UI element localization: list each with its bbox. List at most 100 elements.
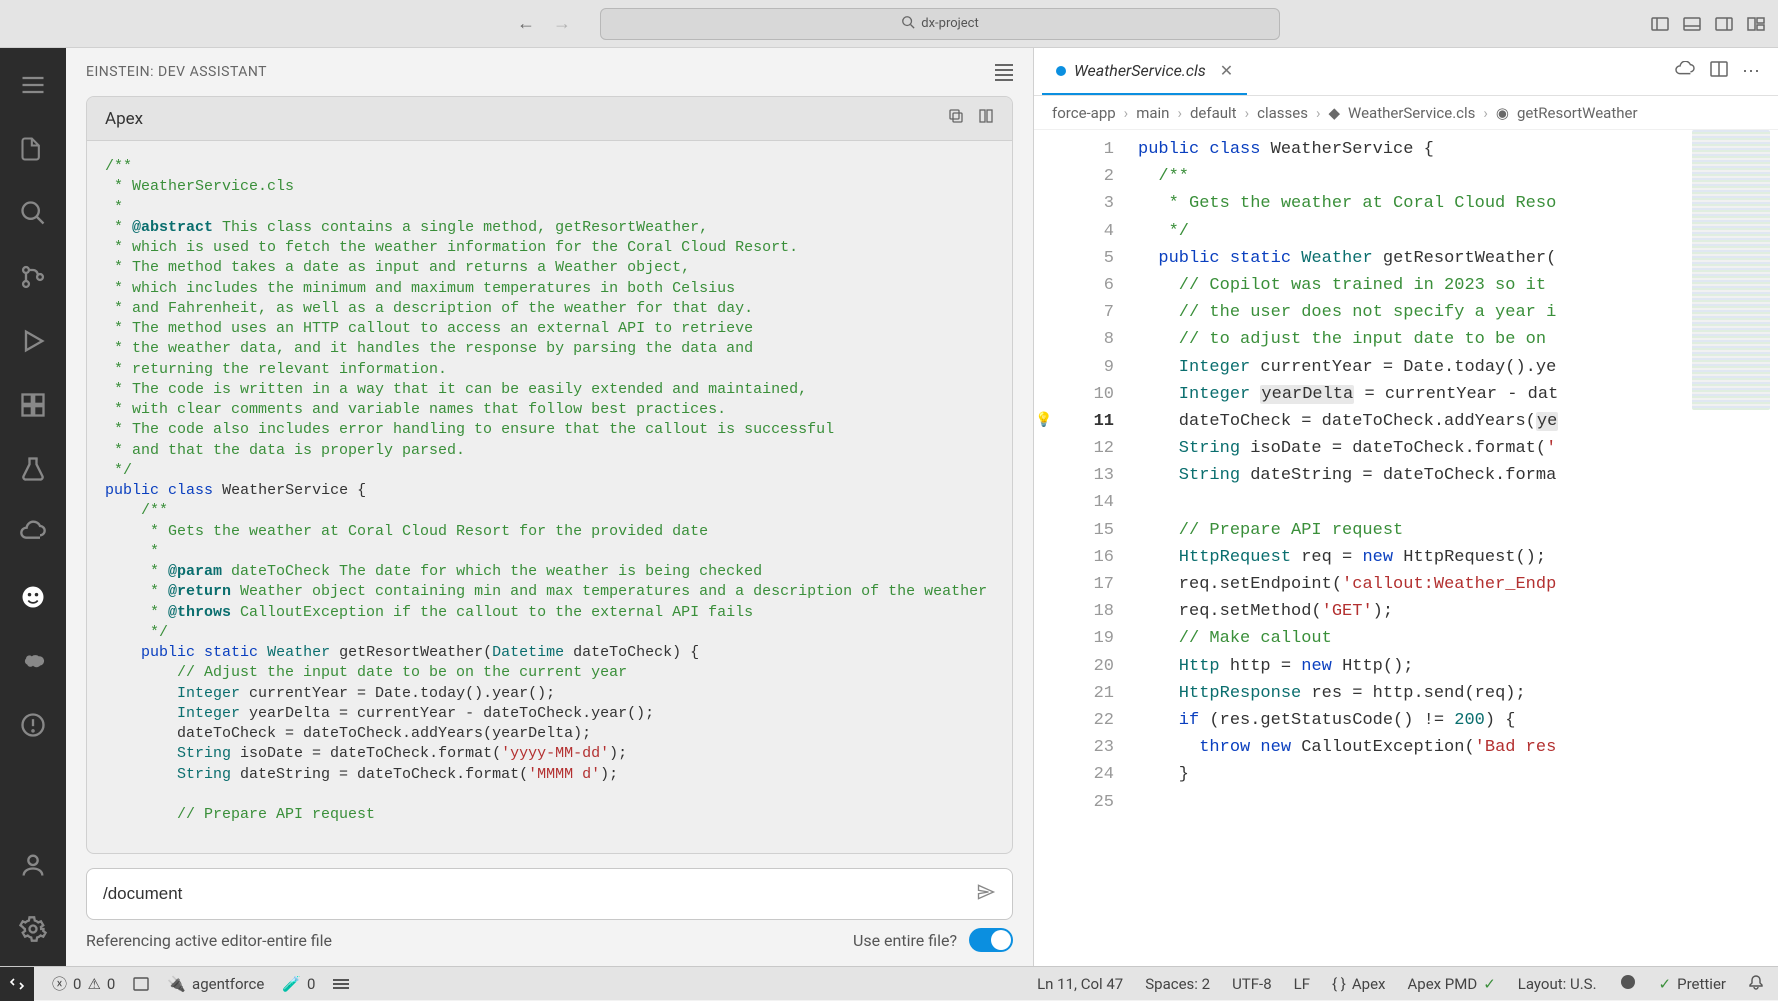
glyph-slot [1034, 707, 1054, 734]
einstein-cloud-icon[interactable] [1674, 61, 1696, 83]
salesforce-icon[interactable] [16, 644, 50, 678]
plug-icon: 🔌 [167, 975, 186, 993]
glyph-slot [1034, 462, 1054, 489]
code-line[interactable]: // the user does not specify a year i [1138, 299, 1778, 326]
breadcrumb-item[interactable]: getResortWeather [1517, 104, 1638, 122]
status-encoding[interactable]: UTF-8 [1232, 975, 1272, 993]
code-line[interactable]: /** [1138, 163, 1778, 190]
layout-panel-icon[interactable] [1682, 14, 1702, 34]
nav-forward-icon[interactable]: → [548, 10, 576, 38]
line-number: 5 [1054, 245, 1114, 272]
code-line[interactable]: dateToCheck = dateToCheck.addYears(ye [1138, 408, 1778, 435]
menu-icon[interactable] [16, 68, 50, 102]
status-cursor[interactable]: Ln 11, Col 47 [1037, 975, 1123, 993]
glyph-slot [1034, 190, 1054, 217]
breadcrumb-item[interactable]: classes [1257, 104, 1308, 122]
code-lines[interactable]: public class WeatherService { /** * Gets… [1130, 130, 1778, 966]
breadcrumb-item[interactable]: WeatherService.cls [1348, 104, 1475, 122]
code-line[interactable]: HttpRequest req = new HttpRequest(); [1138, 544, 1778, 571]
command-center[interactable]: dx-project [600, 8, 1280, 40]
copy-icon[interactable] [948, 108, 964, 129]
code-line[interactable]: req.setEndpoint('callout:Weather_Endp [1138, 571, 1778, 598]
minimap[interactable] [1692, 130, 1770, 410]
status-bell-icon[interactable] [1748, 974, 1764, 994]
accounts-icon[interactable] [16, 848, 50, 882]
line-number: 19 [1054, 625, 1114, 652]
code-line[interactable] [1138, 789, 1778, 816]
cloud-icon[interactable] [16, 516, 50, 550]
layout-sidebar-right-icon[interactable] [1714, 14, 1734, 34]
code-line[interactable]: Integer yearDelta = currentYear - dat [1138, 381, 1778, 408]
more-icon[interactable]: ⋯ [1742, 61, 1760, 83]
code-card-header: Apex [87, 97, 1012, 141]
code-line[interactable]: */ [1138, 218, 1778, 245]
run-debug-icon[interactable] [16, 324, 50, 358]
line-number: 15 [1054, 517, 1114, 544]
code-line[interactable]: if (res.getStatusCode() != 200) { [1138, 707, 1778, 734]
insert-icon[interactable] [978, 108, 994, 129]
reference-text: Referencing active editor-entire file [86, 931, 332, 950]
einstein-assistant-icon[interactable] [16, 580, 50, 614]
settings-gear-icon[interactable] [16, 912, 50, 946]
editor-tab-weatherservice[interactable]: WeatherService.cls ✕ [1042, 48, 1247, 95]
status-terminal-icon[interactable] [133, 977, 149, 991]
breadcrumb-item[interactable]: default [1190, 104, 1237, 122]
use-entire-file-toggle[interactable] [969, 928, 1013, 952]
status-problems[interactable]: ⓧ0 ⚠0 [52, 973, 115, 994]
status-copilot-icon[interactable] [1619, 974, 1637, 994]
code-line[interactable]: // to adjust the input date to be on [1138, 326, 1778, 353]
breadcrumb-item[interactable]: main [1136, 104, 1169, 122]
source-control-icon[interactable] [16, 260, 50, 294]
status-prettier[interactable]: ✓ Prettier [1659, 975, 1726, 993]
remote-indicator-icon[interactable] [0, 967, 34, 1001]
status-tests[interactable]: 🧪0 [282, 975, 315, 993]
code-line[interactable]: public static Weather getResortWeather( [1138, 245, 1778, 272]
code-line[interactable]: Integer currentYear = Date.today().ye [1138, 354, 1778, 381]
layout-sidebar-left-icon[interactable] [1650, 14, 1670, 34]
alert-icon[interactable] [16, 708, 50, 742]
glyph-margin: 💡 [1034, 130, 1054, 966]
code-line[interactable]: String dateString = dateToCheck.forma [1138, 462, 1778, 489]
breadcrumb[interactable]: force-app› main› default› classes› ◆ Wea… [1034, 96, 1778, 130]
explorer-icon[interactable] [16, 132, 50, 166]
glyph-slot [1034, 761, 1054, 788]
status-pmd[interactable]: Apex PMD ✓ [1407, 975, 1495, 993]
status-menu-icon[interactable] [333, 978, 349, 990]
status-org[interactable]: 🔌agentforce [167, 975, 264, 993]
tab-close-icon[interactable]: ✕ [1220, 61, 1233, 80]
code-card-body[interactable]: /** * WeatherService.cls * * @abstract T… [87, 141, 1012, 853]
status-lang[interactable]: { } Apex [1332, 975, 1385, 993]
warning-icon: ⚠ [87, 975, 100, 993]
send-icon[interactable] [976, 882, 996, 907]
code-area[interactable]: 💡 12345678910111213141516171819202122232… [1034, 130, 1778, 966]
lightbulb-icon[interactable]: 💡 [1035, 410, 1052, 432]
nav-back-icon[interactable]: ← [512, 10, 540, 38]
status-eol[interactable]: LF [1294, 975, 1310, 993]
code-line[interactable]: throw new CalloutException('Bad res [1138, 734, 1778, 761]
glyph-slot [1034, 381, 1054, 408]
breadcrumb-item[interactable]: force-app [1052, 104, 1116, 122]
code-line[interactable]: req.setMethod('GET'); [1138, 598, 1778, 625]
extensions-icon[interactable] [16, 388, 50, 422]
code-line[interactable]: Http http = new Http(); [1138, 653, 1778, 680]
check-icon: ✓ [1483, 975, 1496, 993]
code-line[interactable] [1138, 489, 1778, 516]
glyph-slot [1034, 680, 1054, 707]
customize-layout-icon[interactable] [1746, 14, 1766, 34]
code-line[interactable]: String isoDate = dateToCheck.format(' [1138, 435, 1778, 462]
code-line[interactable]: // Make callout [1138, 625, 1778, 652]
search-icon[interactable] [16, 196, 50, 230]
code-line[interactable]: HttpResponse res = http.send(req); [1138, 680, 1778, 707]
split-editor-icon[interactable] [1710, 61, 1728, 83]
code-line[interactable]: * Gets the weather at Coral Cloud Reso [1138, 190, 1778, 217]
testing-icon[interactable] [16, 452, 50, 486]
code-line[interactable]: // Copilot was trained in 2023 so it [1138, 272, 1778, 299]
status-layout[interactable]: Layout: U.S. [1518, 975, 1597, 993]
assistant-input[interactable] [103, 884, 976, 904]
code-line[interactable]: public class WeatherService { [1138, 136, 1778, 163]
code-line[interactable]: // Prepare API request [1138, 517, 1778, 544]
activity-bar [0, 48, 66, 966]
status-spaces[interactable]: Spaces: 2 [1145, 975, 1210, 993]
hamburger-dense-icon[interactable] [995, 64, 1013, 81]
code-line[interactable]: } [1138, 761, 1778, 788]
